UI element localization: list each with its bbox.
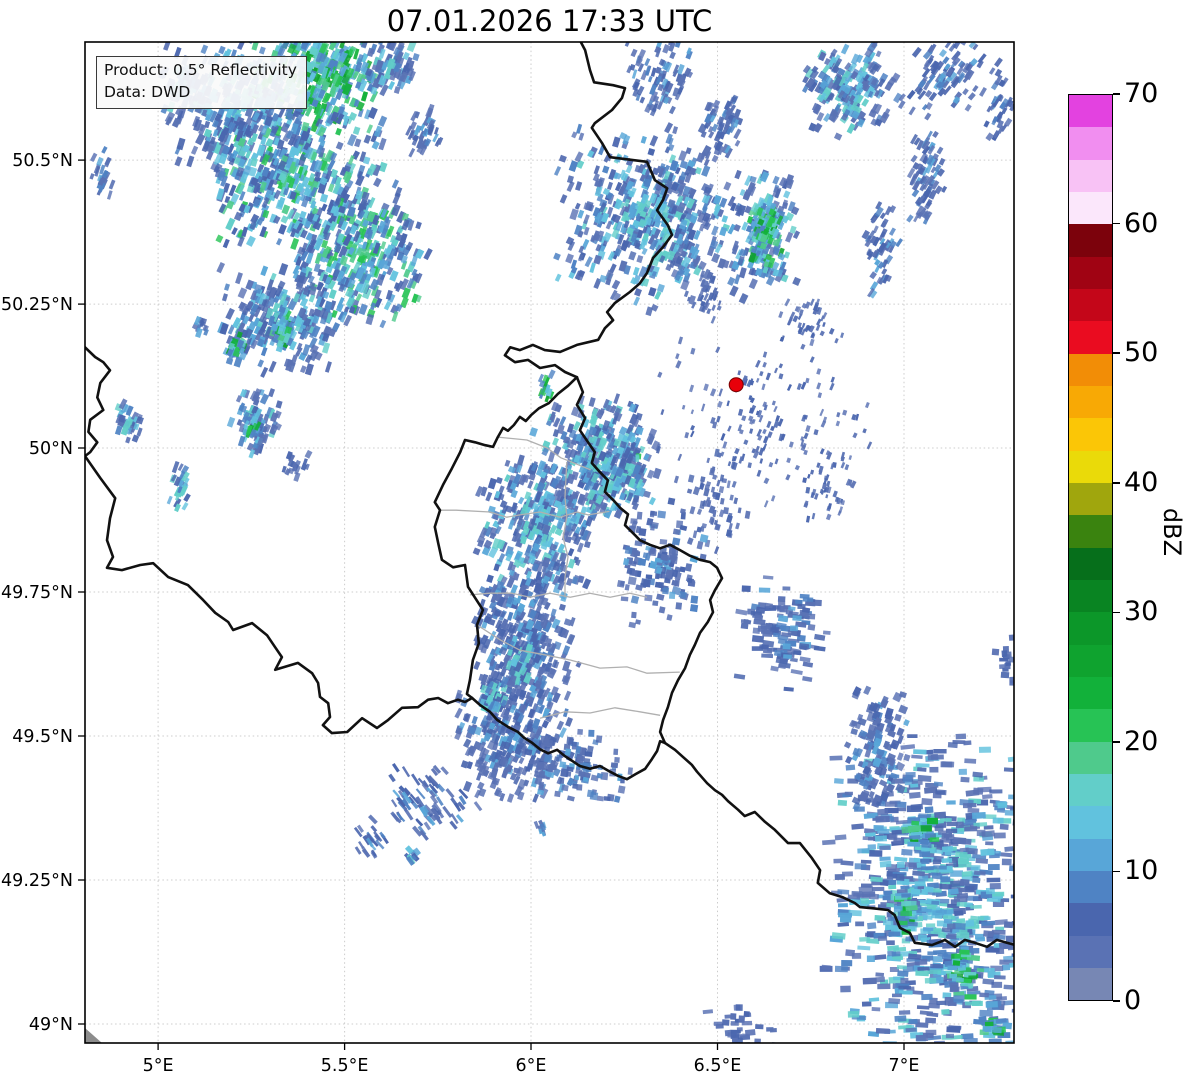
colorbar-segment (1069, 935, 1112, 968)
y-tick-label: 50°N (29, 439, 73, 459)
y-axis (78, 159, 85, 1025)
y-tick-label: 49°N (29, 1015, 73, 1035)
x-tick-label: 6°E (516, 1056, 547, 1076)
x-axis-labels: 5°E 5.5°E 6°E 6.5°E 7°E (143, 1056, 920, 1076)
x-tick-label: 5.5°E (321, 1056, 369, 1076)
annotation-product-line: Product: 0.5° Reflectivity (104, 61, 297, 79)
annotation-box: Product: 0.5° Reflectivity Data: DWD (96, 56, 307, 109)
y-tick-label: 49.25°N (1, 871, 73, 891)
colorbar-tick-label: 40 (1124, 466, 1159, 498)
colorbar-segment (1069, 224, 1112, 257)
colorbar-segment (1069, 515, 1112, 548)
colorbar-tick (1113, 741, 1120, 743)
colorbar-segment (1069, 806, 1112, 839)
colorbar-segment (1069, 95, 1112, 128)
colorbar-tick (1113, 222, 1120, 225)
colorbar-segment (1069, 418, 1112, 451)
y-tick-label: 50.25°N (1, 295, 73, 315)
colorbar-tick (1113, 482, 1120, 484)
colorbar-tick (1113, 870, 1120, 873)
x-tick-label: 5°E (143, 1056, 174, 1076)
colorbar-tick (1113, 352, 1120, 354)
colorbar-tick (1113, 611, 1120, 613)
colorbar-segment (1069, 288, 1112, 322)
colorbar-segment (1069, 127, 1112, 160)
x-axis (157, 1043, 905, 1050)
colorbar-segment (1069, 353, 1112, 386)
colorbar-tick (1113, 1000, 1120, 1002)
colorbar-segment (1069, 612, 1112, 645)
colorbar-segment (1069, 450, 1112, 483)
y-tick-label: 49.75°N (1, 583, 73, 603)
colorbar-tick-label: 30 (1124, 596, 1159, 628)
colorbar-segment (1069, 838, 1112, 871)
colorbar-segment (1069, 967, 1112, 1001)
colorbar-segment (1069, 644, 1112, 677)
colorbar-tick-label: 10 (1124, 855, 1159, 887)
colorbar-tick-label: 50 (1124, 336, 1159, 368)
radar-map: 5°E 5.5°E 6°E 6.5°E 7°E 50.5°N 50.25°N 50°N 49.7… (1, 41, 1015, 1076)
colorbar-segment (1069, 256, 1112, 289)
radar-site-marker (728, 377, 744, 393)
colorbar-segment (1069, 773, 1112, 807)
radar-figure: 07.01.2026 17:33 UTC 5°E 5.5°E 6°E 6.5°E 7°E… (0, 0, 1202, 1081)
colorbar-tick-label: 60 (1124, 207, 1159, 239)
y-axis-labels: 50.5°N 50.25°N 50°N 49.75°N 49.5°N 49.25°N 49°… (1, 151, 73, 1035)
colorbar-segment (1069, 321, 1112, 354)
colorbar-axis-label: dBZ (1158, 507, 1187, 557)
y-tick-label: 49.5°N (12, 727, 73, 747)
colorbar-segment (1069, 676, 1112, 710)
colorbar-tick-label: 20 (1124, 725, 1159, 757)
colorbar-segment (1069, 870, 1112, 904)
colorbar-segment (1069, 191, 1112, 225)
colorbar-segment (1069, 159, 1112, 192)
colorbar-segment (1069, 741, 1112, 774)
x-tick-label: 6.5°E (694, 1056, 742, 1076)
colorbar-segment (1069, 547, 1112, 580)
colorbar-segment (1069, 482, 1112, 516)
colorbar-segment (1069, 385, 1112, 419)
annotation-data-line: Data: DWD (104, 83, 191, 102)
colorbar-segment (1069, 709, 1112, 742)
colorbar-tick-label: 70 (1124, 77, 1159, 109)
figure-title: 07.01.2026 17:33 UTC (386, 4, 713, 38)
y-tick-label: 50.5°N (12, 151, 73, 171)
colorbar-segment (1069, 903, 1112, 936)
x-tick-label: 7°E (889, 1056, 920, 1076)
colorbar-tick-label: 0 (1124, 984, 1142, 1016)
colorbar (1068, 94, 1113, 1001)
colorbar-tick (1113, 93, 1120, 95)
colorbar-segment (1069, 579, 1112, 613)
